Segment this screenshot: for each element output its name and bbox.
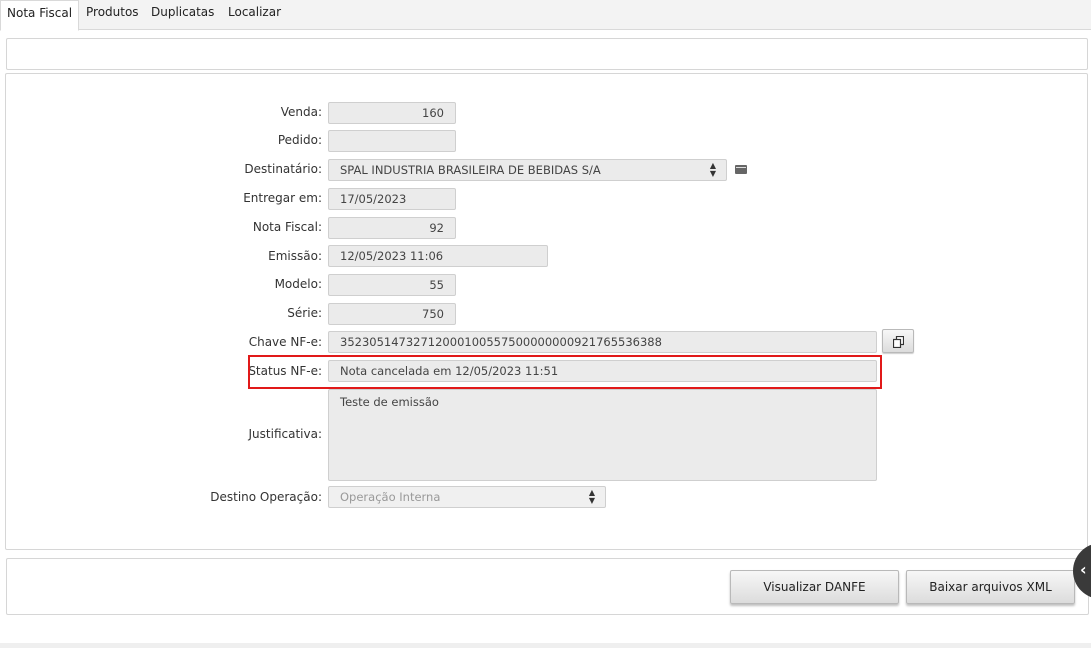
tab-localizar[interactable]: Localizar <box>228 0 281 30</box>
visualizar-danfe-button[interactable]: Visualizar DANFE <box>730 570 899 604</box>
nota-fiscal-label: Nota Fiscal: <box>252 220 322 234</box>
modelo-label: Modelo: <box>274 277 322 291</box>
bottom-divider <box>0 643 1091 648</box>
destino-operacao-label: Destino Operação: <box>210 490 322 504</box>
destinatario-label: Destinatário: <box>244 162 322 176</box>
chevron-left-icon: ‹ <box>1080 560 1087 579</box>
status-nfe-label: Status NF-e: <box>248 364 322 378</box>
venda-label: Venda: <box>280 105 322 119</box>
serie-field[interactable]: 750 <box>328 303 456 325</box>
top-toolbar-panel <box>6 38 1088 70</box>
chave-nfe-field[interactable]: 3523051473271200010055750000000092176553… <box>328 331 877 353</box>
baixar-xml-button[interactable]: Baixar arquivos XML <box>906 570 1075 604</box>
entregar-em-label: Entregar em: <box>243 191 322 205</box>
emissao-label: Emissão: <box>268 249 322 263</box>
select-arrows-icon: ▲ ▼ <box>709 161 716 178</box>
venda-field[interactable]: 160 <box>328 102 456 124</box>
justificativa-textarea[interactable]: Teste de emissão <box>328 389 877 481</box>
destinatario-value: SPAL INDUSTRIA BRASILEIRA DE BEBIDAS S/A <box>340 163 601 177</box>
destino-operacao-select[interactable]: Operação Interna ▲ ▼ <box>328 486 606 508</box>
copy-button[interactable] <box>882 329 914 353</box>
nota-fiscal-field[interactable]: 92 <box>328 217 456 239</box>
emissao-field[interactable]: 12/05/2023 11:06 <box>328 245 548 267</box>
entregar-em-field[interactable]: 17/05/2023 <box>328 188 456 210</box>
modelo-field[interactable]: 55 <box>328 274 456 296</box>
pedido-label: Pedido: <box>277 133 322 147</box>
card-icon[interactable] <box>735 165 747 174</box>
destino-operacao-value: Operação Interna <box>340 490 441 504</box>
tab-nota-fiscal[interactable]: Nota Fiscal <box>0 0 80 31</box>
tab-duplicatas[interactable]: Duplicatas <box>151 0 214 30</box>
chave-nfe-label: Chave NF-e: <box>248 335 322 349</box>
serie-label: Série: <box>287 306 322 320</box>
tab-produtos[interactable]: Produtos <box>86 0 139 30</box>
status-nfe-field[interactable]: Nota cancelada em 12/05/2023 11:51 <box>328 360 877 382</box>
copy-icon <box>892 335 904 348</box>
pedido-field[interactable] <box>328 130 456 152</box>
select-arrows-icon: ▲ ▼ <box>588 488 595 505</box>
destinatario-select[interactable]: SPAL INDUSTRIA BRASILEIRA DE BEBIDAS S/A… <box>328 159 727 181</box>
tab-bar: Nota Fiscal Produtos Duplicatas Localiza… <box>0 0 1091 31</box>
justificativa-label: Justificativa: <box>248 427 322 441</box>
